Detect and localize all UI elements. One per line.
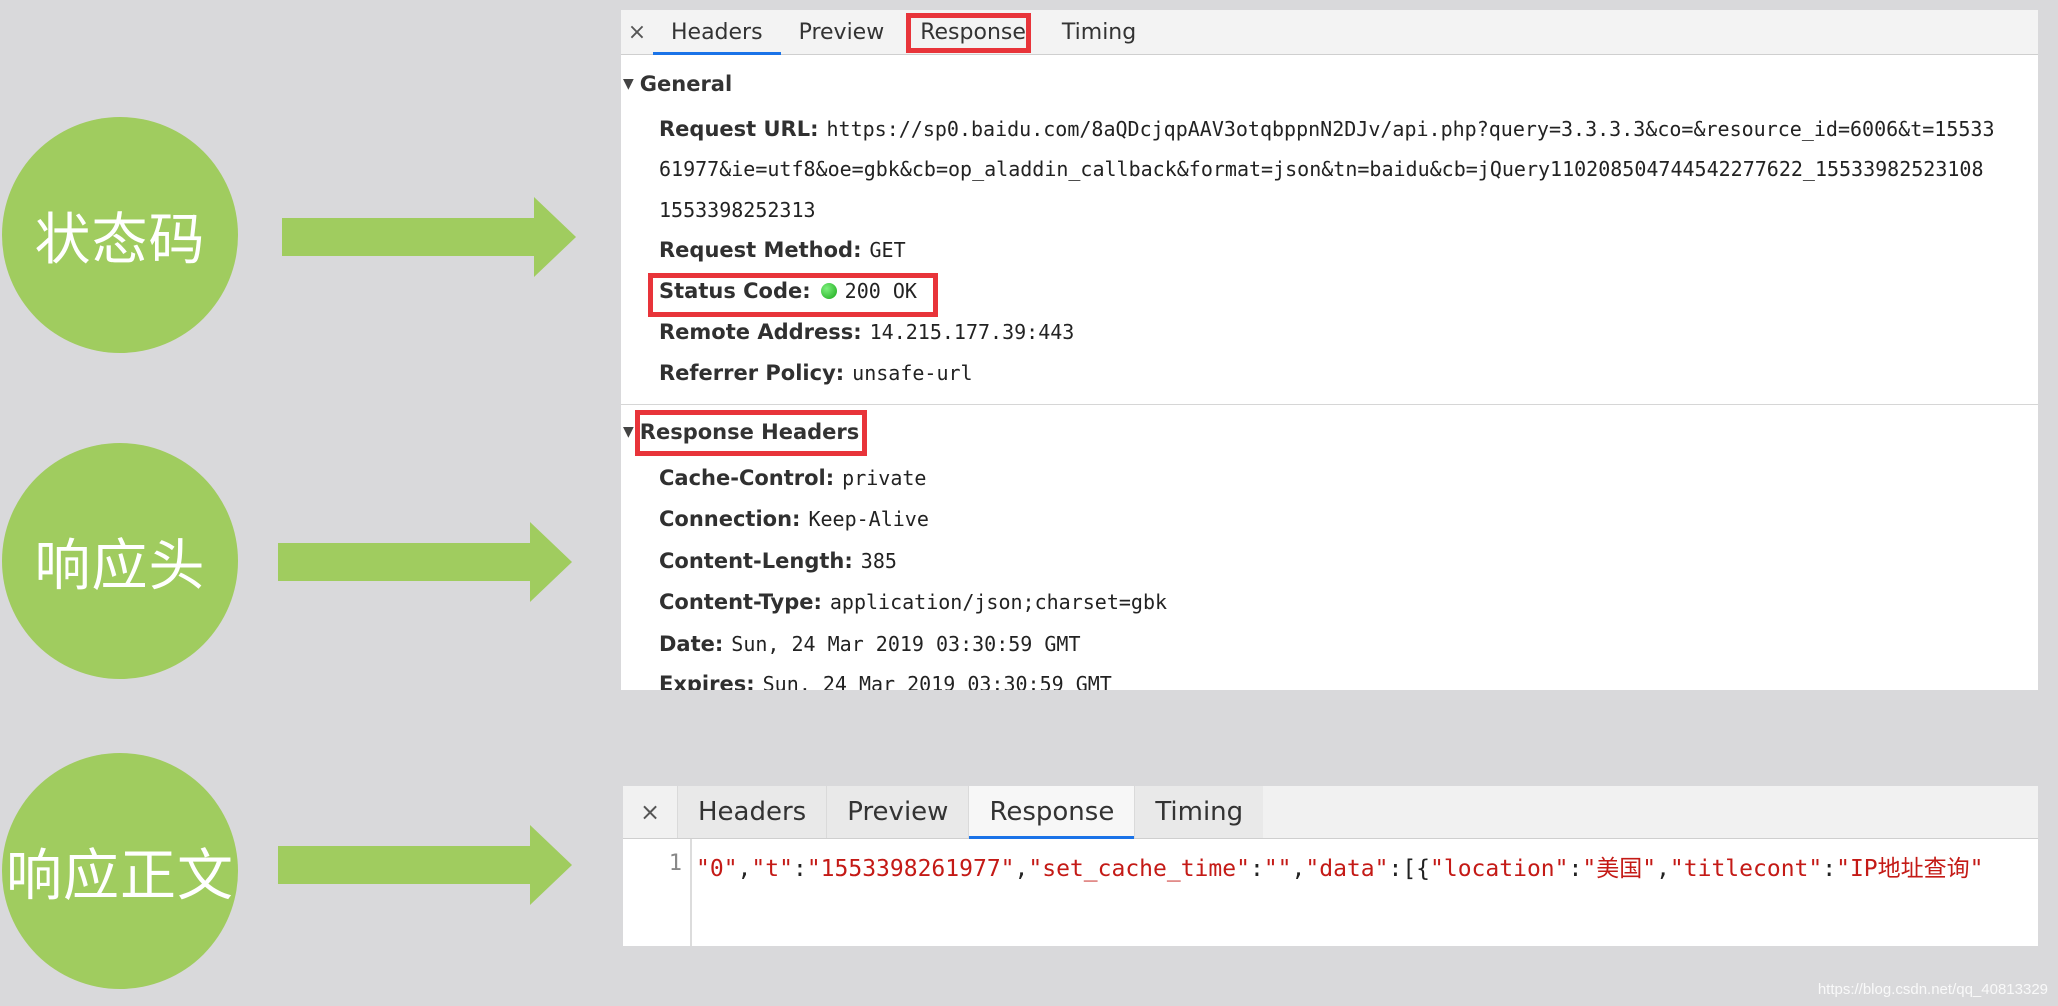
code-token: "titlecont" bbox=[1669, 856, 1823, 882]
highlight-response-tab bbox=[906, 13, 1031, 53]
code-token: "" bbox=[1263, 856, 1292, 882]
request-method-label: Request Method: bbox=[659, 238, 862, 262]
response-body-circle: 响应正文 bbox=[2, 753, 238, 989]
tab-response[interactable]: Response bbox=[968, 786, 1135, 839]
tab-timing[interactable]: Timing bbox=[1044, 10, 1154, 54]
code-token: :[{ bbox=[1388, 856, 1431, 882]
status-code-arrow bbox=[282, 197, 592, 277]
code-token: : bbox=[1568, 856, 1583, 882]
response-body-code[interactable]: "0","t":"1553398261977","set_cache_time"… bbox=[696, 849, 1984, 883]
header-value: Keep-Alive bbox=[808, 507, 929, 531]
header-key: Expires: bbox=[659, 672, 755, 690]
header-key: Cache-Control: bbox=[659, 466, 835, 490]
remote-address-label: Remote Address: bbox=[659, 320, 862, 344]
header-row: Cache-Control: private bbox=[659, 466, 926, 490]
request-url-value-line3: 1553398252313 bbox=[659, 198, 816, 222]
response-headers-arrow bbox=[278, 522, 588, 602]
code-token: "t" bbox=[751, 856, 793, 882]
remote-address-value: 14.215.177.39:443 bbox=[869, 320, 1075, 344]
header-value: private bbox=[842, 466, 927, 490]
tab-headers[interactable]: Headers bbox=[653, 10, 781, 55]
request-url-value-line1: https://sp0.baidu.com/8aQDcjqpAAV3otqbpp… bbox=[826, 117, 1995, 141]
request-method-row: Request Method: GET bbox=[659, 238, 906, 262]
header-key: Date: bbox=[659, 632, 724, 656]
code-token: : bbox=[792, 856, 807, 882]
panel1-tab-bar: × Headers Preview Response Timing bbox=[621, 10, 2038, 55]
tab-timing[interactable]: Timing bbox=[1134, 786, 1264, 838]
header-key: Connection: bbox=[659, 507, 801, 531]
header-value: 385 bbox=[860, 549, 897, 573]
code-token: : bbox=[1822, 856, 1837, 882]
close-icon[interactable]: × bbox=[621, 10, 653, 54]
remote-address-row: Remote Address: 14.215.177.39:443 bbox=[659, 320, 1074, 344]
header-row: Connection: Keep-Alive bbox=[659, 507, 929, 531]
response-body-arrow bbox=[278, 825, 588, 905]
panel2-tab-bar: × Headers Preview Response Timing bbox=[623, 786, 2038, 839]
response-headers-label: 响应头 bbox=[34, 533, 206, 599]
tab-preview[interactable]: Preview bbox=[826, 786, 969, 838]
tab-preview[interactable]: Preview bbox=[781, 10, 903, 54]
response-body-label: 响应正文 bbox=[6, 843, 234, 909]
referrer-policy-value: unsafe-url bbox=[852, 361, 973, 385]
status-code-label: 状态码 bbox=[34, 207, 206, 273]
code-token: "data" bbox=[1305, 856, 1389, 882]
collapse-triangle-icon: ▼ bbox=[623, 76, 634, 92]
request-url-row-2: 61977&ie=utf8&oe=gbk&cb=op_aladdin_callb… bbox=[659, 157, 1984, 181]
code-token: : bbox=[1249, 856, 1264, 882]
line-number: 1 bbox=[668, 851, 682, 876]
header-key: Content-Type: bbox=[659, 590, 822, 614]
code-token: , bbox=[737, 856, 752, 882]
response-headers-circle: 响应头 bbox=[2, 443, 238, 679]
code-token: , bbox=[1291, 856, 1306, 882]
tab-headers[interactable]: Headers bbox=[677, 786, 827, 838]
code-token: , bbox=[1014, 856, 1029, 882]
header-row: Content-Type: application/json;charset=gb… bbox=[659, 590, 1167, 614]
code-token: "0" bbox=[696, 856, 738, 882]
status-code-circle: 状态码 bbox=[2, 117, 238, 353]
header-row: Content-Length: 385 bbox=[659, 549, 897, 573]
request-url-row-3: 1553398252313 bbox=[659, 198, 816, 222]
request-url-value-line2: 61977&ie=utf8&oe=gbk&cb=op_aladdin_callb… bbox=[659, 157, 1984, 181]
devtools-response-panel: × Headers Preview Response Timing 1 "0",… bbox=[623, 786, 2038, 946]
request-url-row: Request URL: https://sp0.baidu.com/8aQDcj… bbox=[659, 117, 1994, 141]
code-token: "1553398261977" bbox=[806, 856, 1015, 882]
collapse-triangle-icon: ▼ bbox=[623, 424, 634, 440]
request-method-value: GET bbox=[869, 238, 906, 262]
devtools-headers-panel: × Headers Preview Response Timing ▼ Gene… bbox=[621, 10, 2038, 690]
code-token: "location" bbox=[1430, 856, 1569, 882]
referrer-policy-label: Referrer Policy: bbox=[659, 361, 845, 385]
code-token: , bbox=[1656, 856, 1670, 882]
close-icon[interactable]: × bbox=[623, 786, 677, 838]
code-token: "IP地址查询" bbox=[1836, 856, 1984, 882]
section-divider bbox=[621, 404, 2038, 405]
code-token: "美国" bbox=[1582, 856, 1657, 882]
request-url-label: Request URL: bbox=[659, 117, 819, 141]
header-value: Sun, 24 Mar 2019 03:30:59 GMT bbox=[731, 632, 1081, 656]
referrer-policy-row: Referrer Policy: unsafe-url bbox=[659, 361, 973, 385]
general-title: General bbox=[639, 72, 733, 96]
header-row: Date: Sun, 24 Mar 2019 03:30:59 GMT bbox=[659, 632, 1081, 656]
highlight-response-headers bbox=[635, 410, 867, 456]
highlight-status-code bbox=[648, 273, 938, 317]
header-key: Content-Length: bbox=[659, 549, 853, 573]
header-value: application/json;charset=gbk bbox=[829, 590, 1168, 614]
general-section-toggle[interactable]: ▼ General bbox=[621, 72, 732, 96]
watermark-text: https://blog.csdn.net/qq_40813329 bbox=[1817, 981, 2048, 998]
header-row: Expires: Sun, 24 Mar 2019 03:30:59 GMT bbox=[659, 672, 1112, 690]
header-value: Sun, 24 Mar 2019 03:30:59 GMT bbox=[762, 672, 1112, 690]
code-token: "set_cache_time" bbox=[1028, 856, 1250, 882]
line-number-gutter: 1 bbox=[623, 839, 692, 946]
